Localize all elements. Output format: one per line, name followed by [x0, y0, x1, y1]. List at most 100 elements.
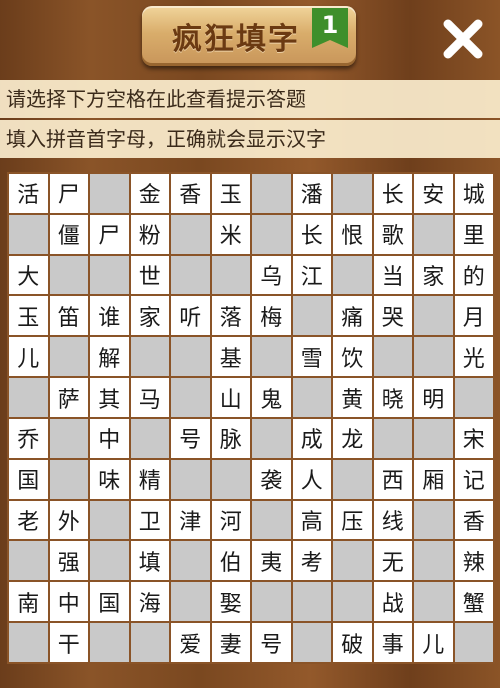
grid-cell-filled[interactable]: 中: [49, 582, 88, 622]
grid-cell-filled[interactable]: 成: [292, 418, 331, 458]
grid-cell-filled[interactable]: 伯: [211, 541, 250, 581]
grid-cell-empty[interactable]: [90, 255, 129, 295]
grid-cell-empty[interactable]: [9, 623, 48, 662]
grid-cell-empty[interactable]: [333, 174, 372, 213]
grid-cell-empty[interactable]: [292, 296, 331, 336]
grid-cell-empty[interactable]: [252, 174, 291, 213]
grid-cell-filled[interactable]: 僵: [49, 214, 88, 254]
grid-cell-filled[interactable]: 长: [292, 214, 331, 254]
grid-cell-filled[interactable]: 梅: [252, 296, 291, 336]
grid-cell-filled[interactable]: 强: [49, 541, 88, 581]
grid-cell-empty[interactable]: [252, 214, 291, 254]
grid-cell-filled[interactable]: 山: [211, 378, 250, 417]
grid-cell-filled[interactable]: 记: [454, 459, 493, 499]
grid-cell-empty[interactable]: [130, 623, 169, 662]
grid-cell-empty[interactable]: [49, 255, 88, 295]
grid-cell-empty[interactable]: [171, 459, 210, 499]
grid-cell-empty[interactable]: [414, 500, 453, 540]
grid-cell-filled[interactable]: 味: [90, 459, 129, 499]
grid-cell-filled[interactable]: 宋: [454, 418, 493, 458]
grid-cell-filled[interactable]: 外: [49, 500, 88, 540]
grid-cell-empty[interactable]: [333, 582, 372, 622]
grid-cell-filled[interactable]: 尸: [49, 174, 88, 213]
grid-cell-filled[interactable]: 哭: [373, 296, 412, 336]
grid-cell-filled[interactable]: 米: [211, 214, 250, 254]
grid-cell-filled[interactable]: 河: [211, 500, 250, 540]
grid-cell-filled[interactable]: 龙: [333, 418, 372, 458]
grid-cell-filled[interactable]: 马: [130, 378, 169, 417]
grid-cell-filled[interactable]: 事: [373, 623, 412, 662]
grid-cell-filled[interactable]: 蟹: [454, 582, 493, 622]
grid-cell-filled[interactable]: 晓: [373, 378, 412, 417]
grid-cell-filled[interactable]: 活: [9, 174, 48, 213]
grid-cell-filled[interactable]: 黄: [333, 378, 372, 417]
grid-cell-filled[interactable]: 安: [414, 174, 453, 213]
grid-cell-empty[interactable]: [171, 541, 210, 581]
grid-cell-filled[interactable]: 考: [292, 541, 331, 581]
grid-cell-filled[interactable]: 卫: [130, 500, 169, 540]
grid-cell-filled[interactable]: 江: [292, 255, 331, 295]
grid-cell-filled[interactable]: 娶: [211, 582, 250, 622]
grid-cell-empty[interactable]: [49, 418, 88, 458]
grid-cell-filled[interactable]: 萨: [49, 378, 88, 417]
grid-cell-filled[interactable]: 落: [211, 296, 250, 336]
grid-cell-filled[interactable]: 国: [90, 582, 129, 622]
grid-cell-filled[interactable]: 破: [333, 623, 372, 662]
grid-cell-empty[interactable]: [130, 418, 169, 458]
grid-cell-filled[interactable]: 月: [454, 296, 493, 336]
grid-cell-filled[interactable]: 号: [171, 418, 210, 458]
grid-cell-filled[interactable]: 光: [454, 337, 493, 377]
grid-cell-empty[interactable]: [171, 337, 210, 377]
grid-cell-filled[interactable]: 玉: [9, 296, 48, 336]
grid-cell-filled[interactable]: 中: [90, 418, 129, 458]
grid-cell-filled[interactable]: 笛: [49, 296, 88, 336]
grid-cell-empty[interactable]: [171, 255, 210, 295]
grid-cell-filled[interactable]: 城: [454, 174, 493, 213]
grid-cell-empty[interactable]: [333, 459, 372, 499]
grid-cell-filled[interactable]: 线: [373, 500, 412, 540]
grid-cell-empty[interactable]: [252, 582, 291, 622]
grid-cell-filled[interactable]: 辣: [454, 541, 493, 581]
grid-cell-filled[interactable]: 老: [9, 500, 48, 540]
grid-cell-filled[interactable]: 玉: [211, 174, 250, 213]
grid-cell-empty[interactable]: [414, 214, 453, 254]
grid-cell-filled[interactable]: 粉: [130, 214, 169, 254]
grid-cell-filled[interactable]: 听: [171, 296, 210, 336]
grid-cell-empty[interactable]: [292, 623, 331, 662]
grid-cell-empty[interactable]: [49, 459, 88, 499]
grid-cell-empty[interactable]: [333, 255, 372, 295]
grid-cell-filled[interactable]: 爱: [171, 623, 210, 662]
grid-cell-filled[interactable]: 津: [171, 500, 210, 540]
grid-cell-filled[interactable]: 脉: [211, 418, 250, 458]
grid-cell-filled[interactable]: 南: [9, 582, 48, 622]
grid-cell-empty[interactable]: [414, 337, 453, 377]
grid-cell-filled[interactable]: 当: [373, 255, 412, 295]
grid-cell-filled[interactable]: 金: [130, 174, 169, 213]
grid-cell-empty[interactable]: [414, 418, 453, 458]
grid-cell-empty[interactable]: [130, 337, 169, 377]
grid-cell-empty[interactable]: [90, 500, 129, 540]
grid-cell-filled[interactable]: 妻: [211, 623, 250, 662]
grid-cell-filled[interactable]: 尸: [90, 214, 129, 254]
grid-cell-empty[interactable]: [211, 459, 250, 499]
grid-cell-filled[interactable]: 香: [454, 500, 493, 540]
grid-cell-filled[interactable]: 乌: [252, 255, 291, 295]
grid-cell-empty[interactable]: [454, 623, 493, 662]
grid-cell-filled[interactable]: 解: [90, 337, 129, 377]
grid-cell-filled[interactable]: 国: [9, 459, 48, 499]
grid-cell-empty[interactable]: [373, 337, 412, 377]
grid-cell-filled[interactable]: 高: [292, 500, 331, 540]
grid-cell-filled[interactable]: 人: [292, 459, 331, 499]
grid-cell-filled[interactable]: 夷: [252, 541, 291, 581]
grid-cell-empty[interactable]: [90, 623, 129, 662]
grid-cell-empty[interactable]: [49, 337, 88, 377]
grid-cell-filled[interactable]: 长: [373, 174, 412, 213]
grid-cell-empty[interactable]: [90, 174, 129, 213]
grid-cell-empty[interactable]: [252, 500, 291, 540]
grid-cell-empty[interactable]: [171, 582, 210, 622]
grid-cell-filled[interactable]: 香: [171, 174, 210, 213]
grid-cell-empty[interactable]: [171, 378, 210, 417]
grid-cell-empty[interactable]: [252, 337, 291, 377]
grid-cell-empty[interactable]: [333, 541, 372, 581]
grid-cell-empty[interactable]: [9, 214, 48, 254]
